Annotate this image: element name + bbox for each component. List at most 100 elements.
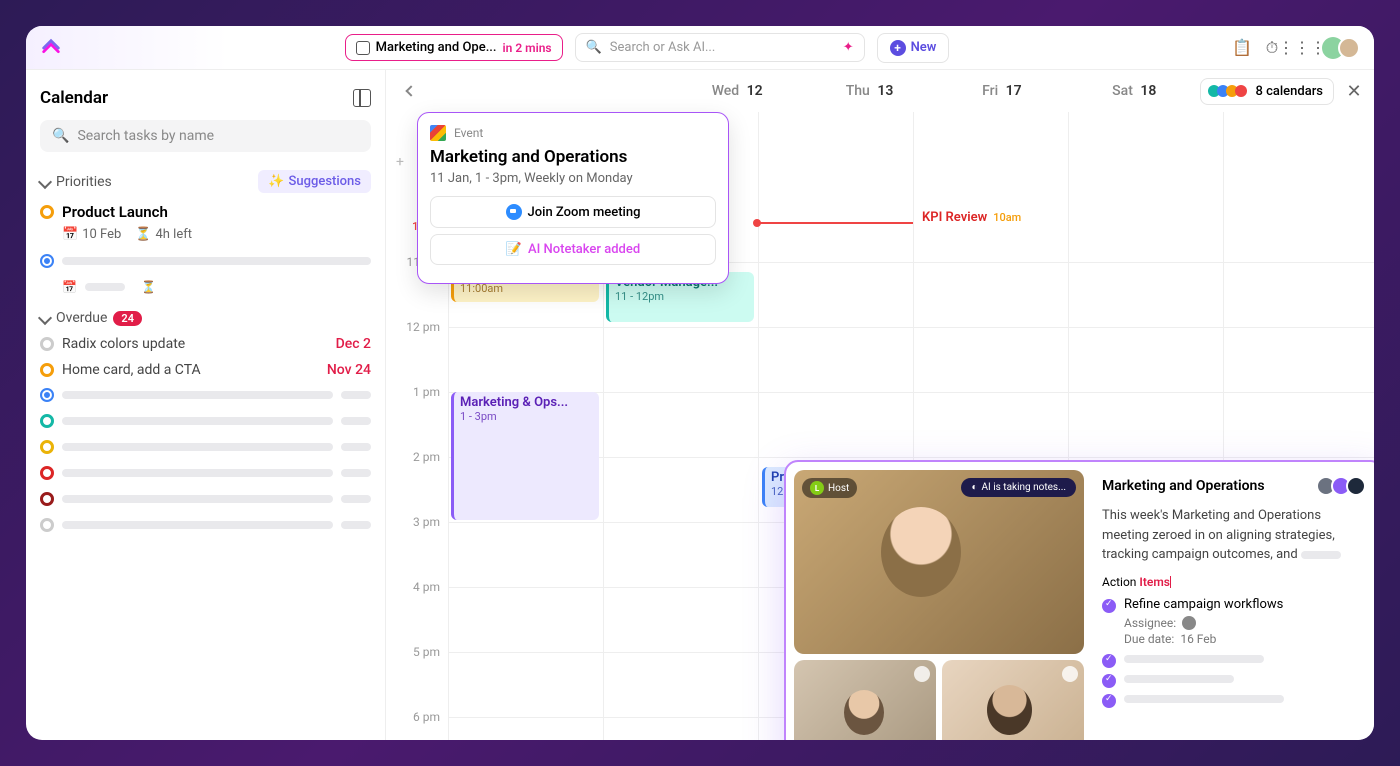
calendars-pill[interactable]: 8 calendars	[1200, 78, 1334, 105]
check-icon	[1102, 674, 1116, 688]
day-header[interactable]: Fri 17	[936, 83, 1068, 99]
event-title: Marketing & Ops...	[460, 395, 593, 410]
task-row[interactable]	[40, 492, 371, 506]
sparkle-icon: ✨	[268, 174, 284, 189]
clipboard-icon[interactable]: 📋	[1232, 38, 1252, 58]
calendar-event[interactable]: KPI Review 10am	[916, 207, 1066, 228]
sidebar-search[interactable]: 🔍 Search tasks by name	[40, 120, 371, 152]
priorities-label: Priorities	[56, 174, 112, 190]
google-calendar-icon	[430, 125, 446, 141]
task-time-left: ⏳ 4h left	[135, 227, 192, 242]
panel-toggle-icon[interactable]	[353, 89, 371, 107]
user-avatars[interactable]	[1322, 37, 1360, 59]
video-participant[interactable]: James	[942, 660, 1084, 740]
task-title: Home card, add a CTA	[62, 362, 201, 378]
now-indicator	[758, 222, 913, 224]
day-header[interactable]: Wed 12	[671, 83, 803, 99]
task-row[interactable]: Product Launch	[40, 203, 371, 221]
status-dot-icon	[40, 388, 54, 402]
priorities-section: Priorities ✨ Suggestions	[40, 170, 371, 193]
action-item[interactable]	[1102, 692, 1366, 706]
due-date: Nov 24	[327, 362, 371, 378]
task-row[interactable]	[40, 466, 371, 480]
task-row[interactable]	[40, 440, 371, 454]
calendar-header: Wed 12 Thu 13 Fri 17 Sat 18 8 calendars …	[386, 70, 1374, 112]
status-dot-icon	[40, 414, 54, 428]
task-row[interactable]: Radix colors update Dec 2	[40, 336, 371, 352]
action-item[interactable]: Refine campaign workflows	[1102, 597, 1366, 612]
mute-icon	[1062, 666, 1078, 682]
ai-spark-icon: ✦	[843, 40, 854, 55]
action-item[interactable]	[1102, 652, 1366, 666]
action-items-highlight: Items	[1139, 575, 1170, 589]
attendee-avatars[interactable]	[1321, 476, 1366, 496]
calendar-icon	[356, 41, 370, 55]
event-popup: Event Marketing and Operations 11 Jan, 1…	[417, 112, 729, 284]
chevron-down-icon	[38, 174, 52, 188]
notetaker-button[interactable]: 📝 AI Notetaker added	[430, 234, 716, 265]
popup-kicker-label: Event	[454, 126, 483, 140]
apps-grid-icon[interactable]: ⋮⋮⋮	[1292, 38, 1312, 58]
join-zoom-button[interactable]: Join Zoom meeting	[430, 196, 716, 228]
check-icon	[1102, 694, 1116, 708]
task-row[interactable]	[40, 518, 371, 532]
app-logo[interactable]	[40, 37, 62, 59]
due-date: Dec 2	[336, 336, 371, 352]
time-label: 5 pm	[413, 645, 440, 659]
meeting-title: Marketing and Operations	[1102, 478, 1265, 494]
topbar: Marketing and Ope... in 2 mins 🔍 Search …	[26, 26, 1374, 70]
sidebar-search-placeholder: Search tasks by name	[77, 128, 214, 144]
host-badge: LHost	[802, 478, 857, 498]
event-time: 1 - 3pm	[460, 410, 593, 423]
overdue-toggle[interactable]: Overdue 24	[40, 310, 142, 326]
suggestions-label: Suggestions	[289, 174, 361, 189]
search-placeholder: Search or Ask AI...	[610, 40, 716, 55]
status-dot-icon	[40, 518, 54, 532]
video-grid: LHost ◐AI is taking notes... Williams	[794, 470, 1084, 740]
task-row[interactable]	[40, 254, 371, 268]
day-header[interactable]: Sat 18	[1068, 83, 1200, 99]
meeting-notes-card: LHost ◐AI is taking notes... Williams	[784, 460, 1374, 740]
close-icon[interactable]: ✕	[1344, 81, 1364, 101]
zoom-icon	[506, 204, 522, 220]
event-pill-title: Marketing and Ope...	[376, 40, 497, 55]
task-row[interactable]: Home card, add a CTA Nov 24	[40, 362, 371, 378]
sidebar-header: Calendar	[40, 88, 371, 108]
action-item[interactable]	[1102, 672, 1366, 686]
upcoming-event-pill[interactable]: Marketing and Ope... in 2 mins	[345, 34, 563, 61]
status-dot-icon	[40, 466, 54, 480]
action-assignee: Assignee:	[1102, 616, 1366, 630]
day-header[interactable]: Thu 13	[803, 83, 935, 99]
video-participant[interactable]: Williams	[794, 660, 936, 740]
task-row[interactable]	[40, 414, 371, 428]
task-row[interactable]	[40, 388, 371, 402]
chevron-down-icon	[38, 311, 52, 325]
suggestions-button[interactable]: ✨ Suggestions	[258, 170, 371, 193]
global-search[interactable]: 🔍 Search or Ask AI... ✦	[575, 33, 865, 62]
app-window: Marketing and Ope... in 2 mins 🔍 Search …	[26, 26, 1374, 740]
nav-arrows[interactable]	[386, 87, 436, 95]
add-slot-icon[interactable]: +	[396, 154, 404, 170]
new-label: New	[911, 40, 937, 55]
new-button[interactable]: + New	[877, 33, 950, 63]
calendar-grid[interactable]: + 10:24 11 am 12 pm 1 pm 2 pm 3 pm 4 pm …	[386, 112, 1374, 740]
event-title: KPI Review	[922, 210, 987, 225]
plus-icon: +	[890, 40, 906, 56]
calendar-event[interactable]: Marketing & Ops... 1 - 3pm	[451, 392, 599, 520]
sidebar-title: Calendar	[40, 88, 108, 108]
popup-kicker: Event	[430, 125, 716, 141]
search-icon: 🔍	[52, 128, 69, 144]
action-title: Refine campaign workflows	[1124, 597, 1283, 612]
task-row[interactable]: 📅⏳	[40, 280, 371, 294]
video-main[interactable]: LHost ◐AI is taking notes...	[794, 470, 1084, 654]
participant-face	[844, 690, 884, 735]
event-pill-time: in 2 mins	[503, 41, 552, 55]
priorities-toggle[interactable]: Priorities	[40, 174, 112, 190]
main: Calendar 🔍 Search tasks by name Prioriti…	[26, 70, 1374, 740]
avatar	[1338, 37, 1360, 59]
time-label: 1 pm	[413, 385, 440, 399]
top-icons: 📋 ⏱ ⋮⋮⋮	[1232, 37, 1360, 59]
mute-icon	[914, 666, 930, 682]
notes-header: Marketing and Operations	[1102, 476, 1366, 496]
avatar	[1182, 616, 1196, 630]
